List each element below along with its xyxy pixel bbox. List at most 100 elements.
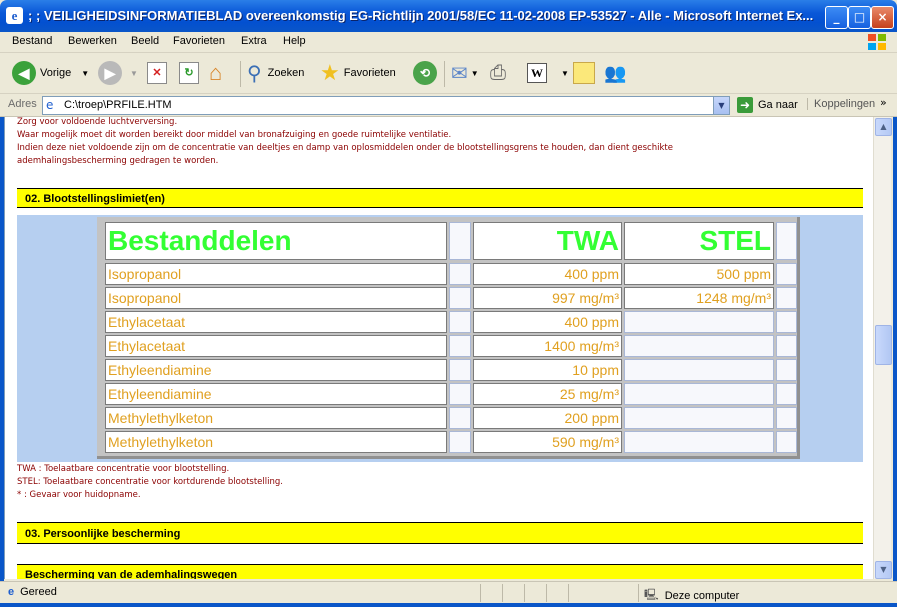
menu-help[interactable]: Help xyxy=(283,35,306,47)
menu-bewerken[interactable]: Bewerken xyxy=(68,35,117,47)
messenger-icon: 👥 xyxy=(604,62,627,83)
printer-icon: ⎙ xyxy=(490,61,506,84)
table-cell-marker xyxy=(776,335,797,357)
chevron-right-icon[interactable]: » xyxy=(880,96,887,109)
favorites-button[interactable]: ★ Favorieten xyxy=(320,57,396,89)
status-bar: e Gereed 🖳 Deze computer xyxy=(0,581,897,604)
stop-icon: ✕ xyxy=(147,62,167,84)
table-cell-twa: 400 ppm xyxy=(473,311,622,333)
mail-button[interactable]: ✉ ▼ xyxy=(451,57,479,89)
edit-dropdown-icon[interactable]: ▼ xyxy=(561,69,569,78)
forward-button[interactable]: ▶ ▼ xyxy=(98,57,138,89)
stop-button[interactable]: ✕ xyxy=(147,57,167,89)
table-cell-blank xyxy=(449,287,471,309)
go-arrow-icon: ➜ xyxy=(737,97,753,113)
status-separator xyxy=(524,584,525,602)
table-cell-twa: 25 mg/m³ xyxy=(473,383,622,405)
menu-bar: Bestand Bewerken Beeld Favorieten Extra … xyxy=(0,32,897,53)
discuss-button[interactable] xyxy=(573,57,595,89)
messenger-button[interactable]: 👥 xyxy=(604,57,626,89)
minimize-button[interactable]: _ xyxy=(825,6,848,29)
go-button[interactable]: ➜ Ga naar xyxy=(737,96,798,114)
table-cell-marker xyxy=(776,431,797,453)
table-header-component: Bestanddelen xyxy=(105,222,447,260)
section-heading: 02. Blootstellingslimiet(en) xyxy=(17,188,863,208)
title-bar[interactable]: e ; ; VEILIGHEIDSINFORMATIEBLAD overeenk… xyxy=(0,0,897,32)
table-cell-twa: 10 ppm xyxy=(473,359,622,381)
table-cell-stel xyxy=(624,407,774,429)
word-edit-icon: W xyxy=(527,63,547,83)
section-heading: Bescherming van de ademhalingswegen xyxy=(17,564,863,579)
edit-button[interactable]: W ▼ xyxy=(527,57,569,89)
table-header-stel: STEL xyxy=(624,222,774,260)
back-button[interactable]: ◀ Vorige ▼ xyxy=(12,57,89,89)
favorites-label: Favorieten xyxy=(343,67,396,79)
maximize-button[interactable]: □ xyxy=(848,6,871,29)
status-separator xyxy=(568,584,569,602)
home-button[interactable]: ⌂ xyxy=(209,57,222,89)
table-cell-component: Ethylacetaat xyxy=(105,335,447,357)
search-icon: ⚲ xyxy=(247,62,262,85)
scroll-up-icon[interactable]: ▲ xyxy=(875,118,892,136)
section-heading: 03. Persoonlijke bescherming xyxy=(17,522,863,544)
forward-dropdown-icon[interactable]: ▼ xyxy=(130,69,138,78)
table-cell-blank xyxy=(449,311,471,333)
mail-icon: ✉ xyxy=(451,62,468,85)
footnote: TWA : Toelaatbare concentratie voor bloo… xyxy=(17,464,230,474)
history-button[interactable]: ⟲ xyxy=(413,57,437,89)
table-cell-stel xyxy=(624,335,774,357)
table-cell-marker xyxy=(776,383,797,405)
intro-line: Zorg voor voldoende luchtverversing. xyxy=(17,117,178,127)
table-header-blank xyxy=(449,222,471,260)
links-toolbar[interactable]: Koppelingen xyxy=(807,98,875,110)
table-cell-marker xyxy=(776,359,797,381)
refresh-icon: ↻ xyxy=(179,62,199,84)
status-separator xyxy=(638,584,639,602)
note-icon xyxy=(573,62,595,84)
back-arrow-icon: ◀ xyxy=(12,61,36,85)
table-cell-blank xyxy=(449,431,471,453)
address-value[interactable]: C:\troep\PRFILE.HTM xyxy=(64,99,172,111)
mail-dropdown-icon[interactable]: ▼ xyxy=(471,69,479,78)
table-cell-blank xyxy=(449,263,471,285)
page-viewport[interactable]: Zorg voor voldoende luchtverversing. Waa… xyxy=(4,117,873,579)
refresh-button[interactable]: ↻ xyxy=(179,57,199,89)
windows-logo-icon xyxy=(868,34,886,50)
footnote: * : Gevaar voor huidopname. xyxy=(17,490,141,500)
history-icon: ⟲ xyxy=(413,61,437,85)
scroll-down-icon[interactable]: ▼ xyxy=(875,561,892,579)
menu-beeld[interactable]: Beeld xyxy=(131,35,159,47)
menu-bestand[interactable]: Bestand xyxy=(12,35,52,47)
table-cell-blank xyxy=(449,383,471,405)
table-cell-component: Ethyleendiamine xyxy=(105,359,447,381)
menu-favorieten[interactable]: Favorieten xyxy=(173,35,225,47)
print-button[interactable]: ⎙ xyxy=(490,57,506,89)
page-status-icon: e xyxy=(8,586,15,598)
status-left: e Gereed xyxy=(8,586,57,598)
back-label: Vorige xyxy=(40,67,72,79)
table-cell-marker xyxy=(776,407,797,429)
address-bar: Adres e C:\troep\PRFILE.HTM ▼ ➜ Ga naar … xyxy=(0,94,897,117)
address-input[interactable]: e C:\troep\PRFILE.HTM ▼ xyxy=(42,96,730,115)
menu-extra[interactable]: Extra xyxy=(241,35,267,47)
address-dropdown-icon[interactable]: ▼ xyxy=(713,97,729,114)
scroll-thumb[interactable] xyxy=(875,325,892,365)
table-cell-stel: 500 ppm xyxy=(624,263,774,285)
zone-text: Deze computer xyxy=(664,589,740,602)
table-cell-marker xyxy=(776,263,797,285)
close-button[interactable]: × xyxy=(871,6,894,29)
table-cell-component: Methylethylketon xyxy=(105,431,447,453)
home-icon: ⌂ xyxy=(209,60,223,85)
table-cell-stel xyxy=(624,359,774,381)
forward-arrow-icon: ▶ xyxy=(98,61,122,85)
table-cell-stel: 1248 mg/m³ xyxy=(624,287,774,309)
back-dropdown-icon[interactable]: ▼ xyxy=(81,69,89,78)
table-cell-marker xyxy=(776,311,797,333)
vertical-scrollbar[interactable]: ▲ ▼ xyxy=(873,117,892,579)
search-button[interactable]: ⚲ Zoeken xyxy=(247,57,304,89)
table-cell-blank xyxy=(449,359,471,381)
page-icon: e xyxy=(46,98,54,112)
toolbar: ◀ Vorige ▼ ▶ ▼ ✕ ↻ ⌂ ⚲ Zoeken ★ Favoriet… xyxy=(0,53,897,94)
table-cell-twa: 997 mg/m³ xyxy=(473,287,622,309)
intro-line: Waar mogelijk moet dit worden bereikt do… xyxy=(17,130,452,140)
